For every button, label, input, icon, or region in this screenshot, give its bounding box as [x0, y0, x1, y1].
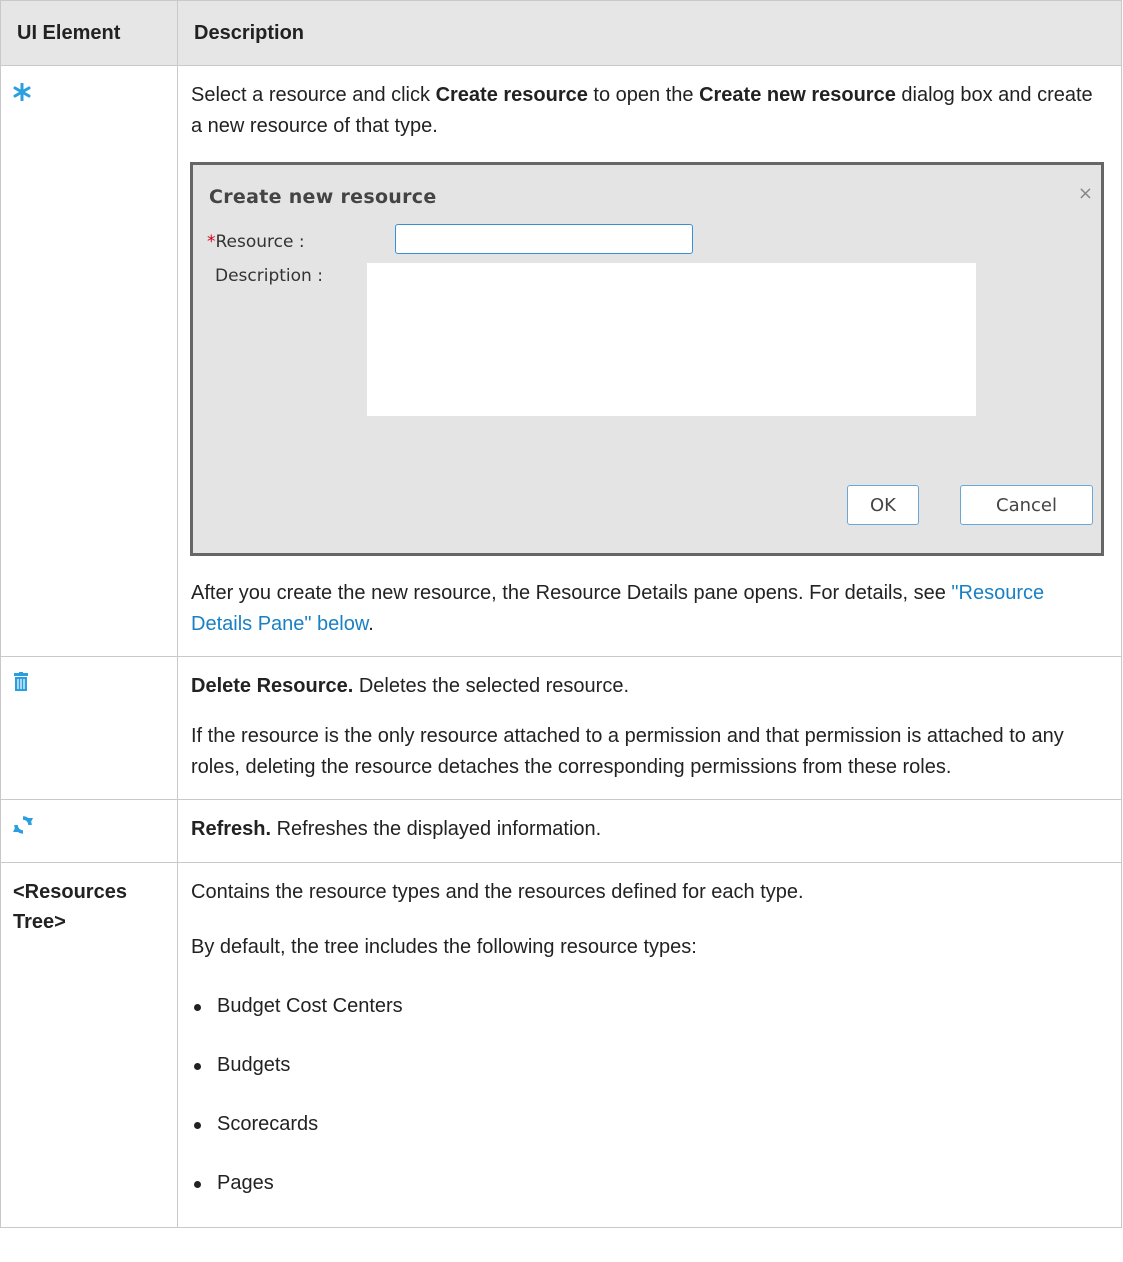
list-item: Budgets — [191, 1050, 1107, 1081]
element-cell — [0, 799, 178, 863]
table-row-delete: Delete Resource. Deletes the selected re… — [0, 656, 1122, 800]
tree-intro: Contains the resource types and the reso… — [191, 881, 804, 903]
list-item: Scorecards — [191, 1109, 1107, 1140]
table-header-row: UI Element Description — [0, 0, 1122, 66]
header-description: Description — [177, 0, 1122, 66]
element-cell — [0, 65, 178, 657]
cancel-button[interactable]: Cancel — [960, 485, 1093, 525]
refresh-icon[interactable] — [13, 814, 33, 844]
create-intro: Select a resource and click Create resou… — [191, 84, 1093, 137]
description-cell: Delete Resource. Deletes the selected re… — [177, 656, 1122, 800]
dialog-title: Create new resource — [209, 186, 437, 208]
create-after-text: After you create the new resource, the R… — [191, 582, 1045, 635]
list-item: Pages — [191, 1168, 1107, 1199]
description-textarea[interactable] — [367, 263, 976, 416]
trash-icon[interactable] — [13, 671, 29, 701]
asterisk-icon[interactable] — [13, 80, 31, 110]
header-ui-element: UI Element — [0, 0, 178, 66]
resource-label: *Resource : — [207, 232, 305, 252]
tree-default-text: By default, the tree includes the follow… — [191, 936, 697, 958]
table-row-resources-tree: <Resources Tree> Contains the resource t… — [0, 862, 1122, 1228]
description-label: Description : — [215, 266, 323, 286]
resource-types-list: Budget Cost Centers Budgets Scorecards P… — [191, 991, 1107, 1199]
description-cell: Refresh. Refreshes the displayed informa… — [177, 799, 1122, 863]
ok-button[interactable]: OK — [847, 485, 919, 525]
delete-text: Delete Resource. Deletes the selected re… — [191, 675, 629, 697]
delete-detail: If the resource is the only resource att… — [191, 725, 1064, 778]
ui-elements-table: UI Element Description Select a resource — [0, 0, 1122, 1228]
element-cell — [0, 656, 178, 800]
close-icon[interactable]: × — [1078, 178, 1093, 209]
resources-tree-element: <Resources Tree> — [0, 862, 178, 1228]
table-row-refresh: Refresh. Refreshes the displayed informa… — [0, 799, 1122, 863]
resource-input[interactable] — [395, 224, 693, 254]
table-row-create: Select a resource and click Create resou… — [0, 65, 1122, 657]
description-cell: Contains the resource types and the reso… — [177, 862, 1122, 1228]
list-item: Budget Cost Centers — [191, 991, 1107, 1022]
create-resource-dialog: Create new resource × *Resource : Descri… — [190, 162, 1104, 556]
description-cell: Select a resource and click Create resou… — [177, 65, 1122, 657]
required-marker: * — [207, 232, 216, 252]
refresh-text: Refresh. Refreshes the displayed informa… — [191, 818, 602, 840]
